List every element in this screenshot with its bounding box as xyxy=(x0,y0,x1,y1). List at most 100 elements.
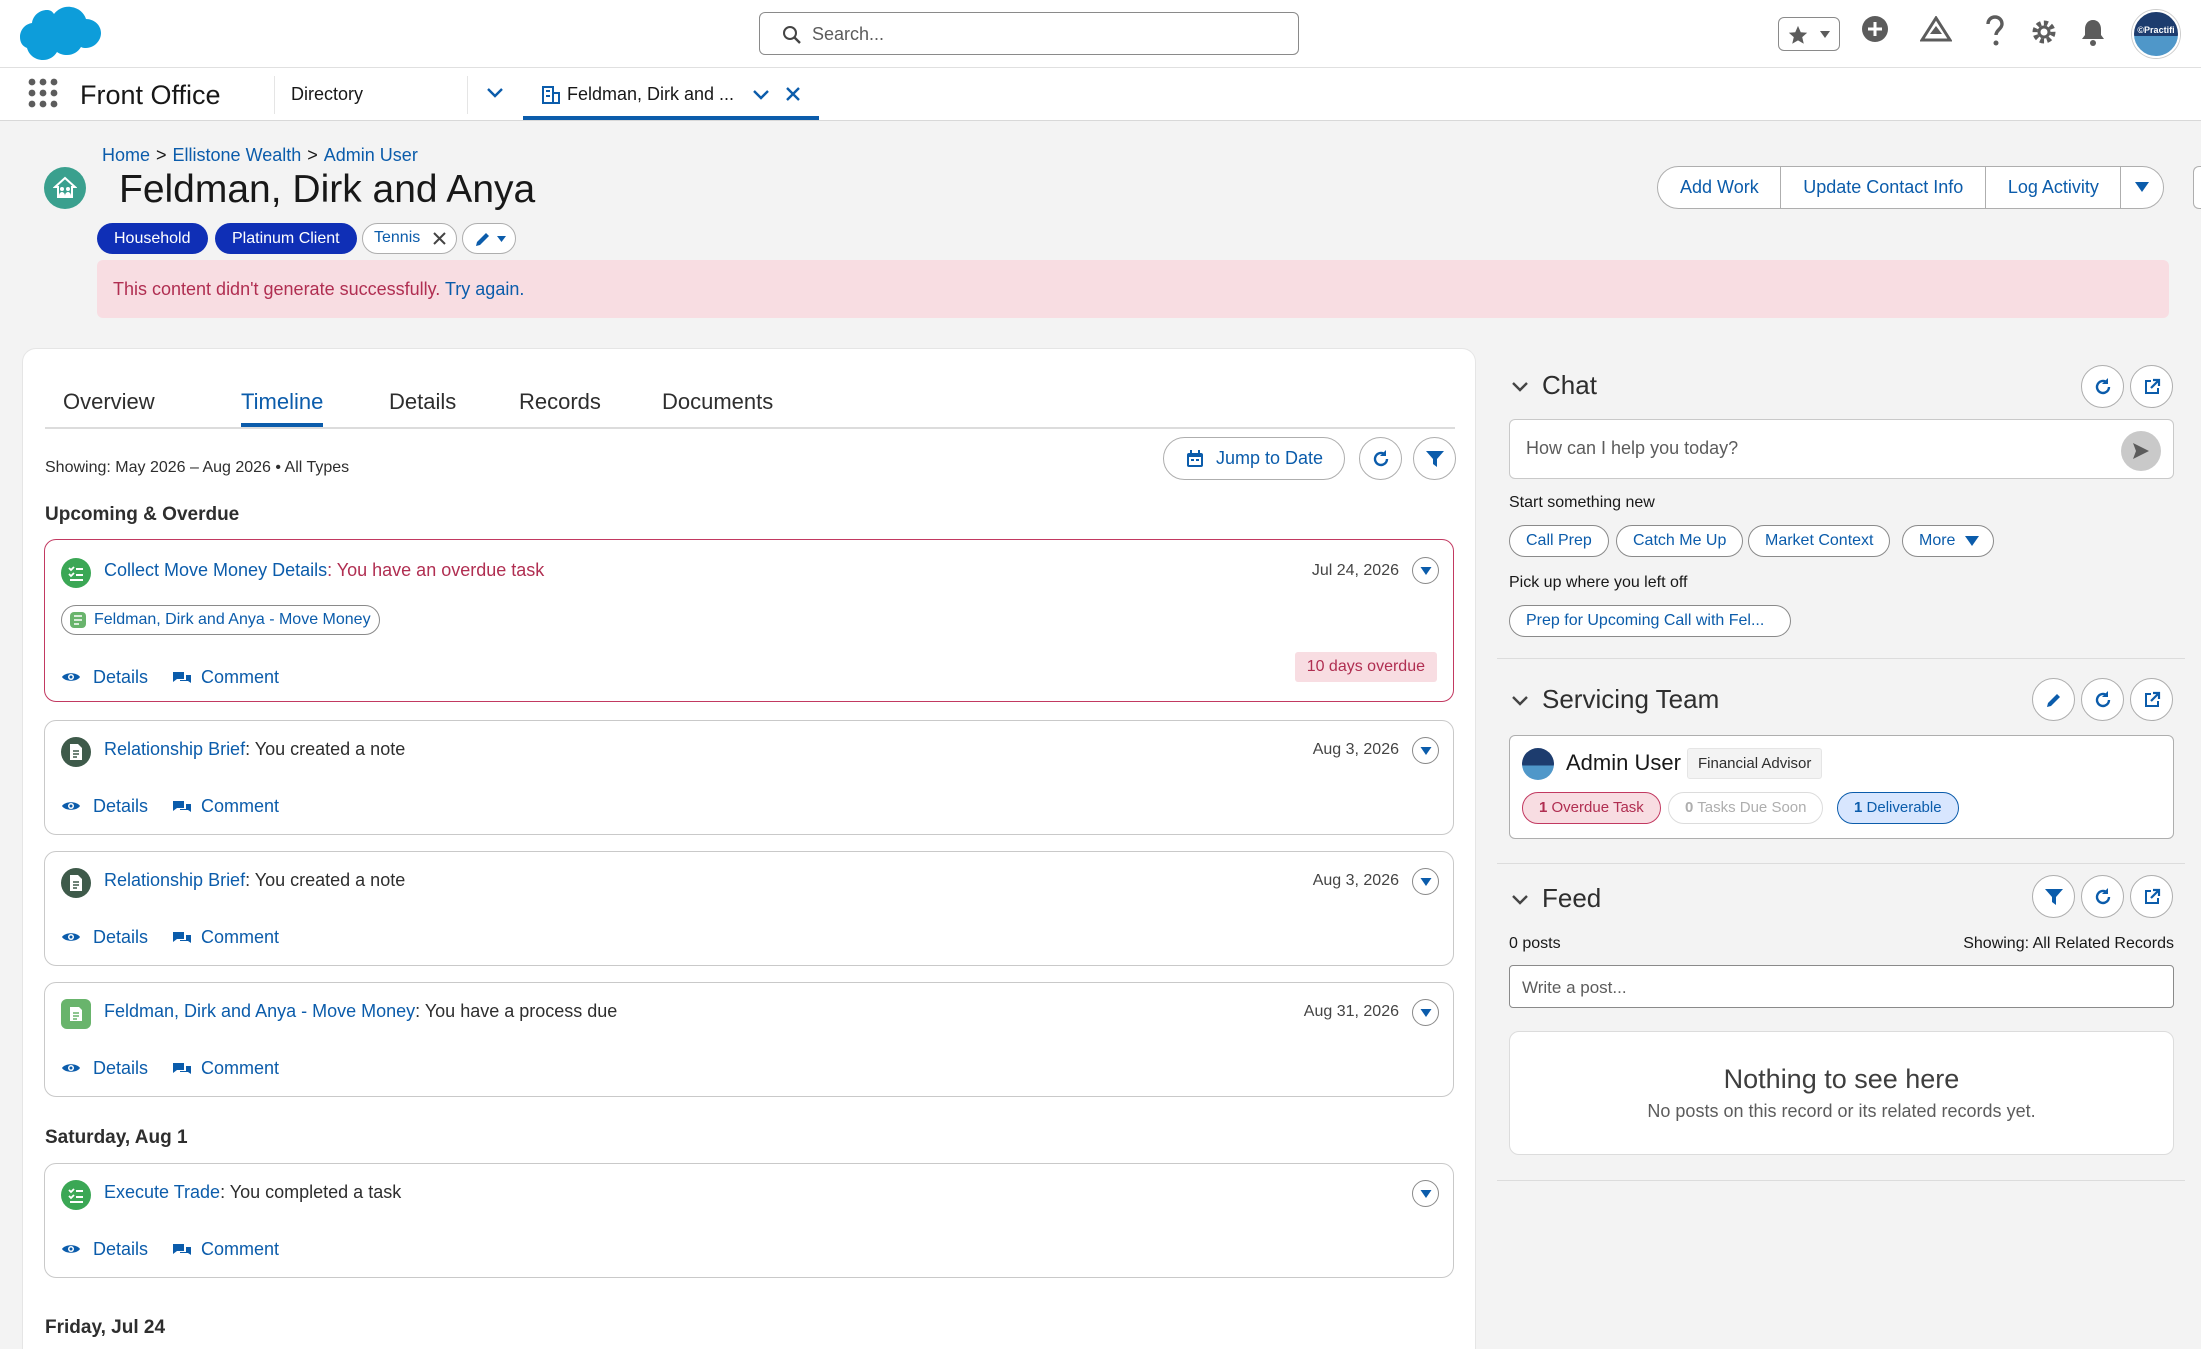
chevron-down-icon[interactable] xyxy=(1511,381,1529,393)
add-work-button[interactable]: Add Work xyxy=(1657,166,1782,209)
refresh-feed-button[interactable] xyxy=(2081,875,2124,918)
trailhead-icon[interactable] xyxy=(1920,16,1952,44)
refresh-icon xyxy=(2095,690,2110,707)
details-label: Details xyxy=(93,1058,149,1078)
market-context-chip[interactable]: Market Context xyxy=(1748,525,1891,557)
timeline-item-link[interactable]: Relationship Brief xyxy=(104,870,245,890)
refresh-timeline-button[interactable] xyxy=(1359,437,1402,480)
send-button[interactable] xyxy=(2121,431,2161,471)
nav-item-directory[interactable]: Directory xyxy=(291,84,363,105)
catch-me-up-chip[interactable]: Catch Me Up xyxy=(1616,525,1744,557)
filter-feed-button[interactable] xyxy=(2032,875,2075,918)
timeline-item: Relationship Brief: You created a note A… xyxy=(44,720,1454,835)
call-prep-chip[interactable]: Call Prep xyxy=(1509,525,1609,557)
breadcrumb-account[interactable]: Ellistone Wealth xyxy=(173,145,302,165)
comment-label: Comment xyxy=(201,796,280,816)
chevron-down-icon[interactable] xyxy=(752,88,770,102)
deliverable-chip[interactable]: 1 Deliverable xyxy=(1837,792,1959,824)
more-chip[interactable]: More xyxy=(1902,525,1995,557)
account-icon xyxy=(542,86,560,104)
log-activity-button[interactable]: Log Activity xyxy=(1984,166,2122,209)
send-icon xyxy=(2133,443,2149,459)
user-avatar[interactable]: ©Practifi xyxy=(2132,10,2180,58)
details-action[interactable]: Details xyxy=(61,796,148,817)
caret-down-icon xyxy=(1420,746,1431,755)
timeline-item-link[interactable]: Collect Move Money Details xyxy=(104,560,327,580)
member-name[interactable]: Admin User xyxy=(1566,750,1681,776)
timeline-item-description: : You created a note xyxy=(245,739,406,759)
global-search[interactable]: Search... xyxy=(759,12,1299,55)
tab-records[interactable]: Records xyxy=(519,389,601,415)
related-record-pill[interactable]: Feldman, Dirk and Anya - Move Money xyxy=(61,605,380,635)
details-action[interactable]: Details xyxy=(61,1058,148,1079)
chevron-down-icon[interactable] xyxy=(1511,695,1529,707)
comment-action[interactable]: Comment xyxy=(172,1058,279,1079)
add-icon[interactable] xyxy=(1860,14,1890,44)
close-icon[interactable] xyxy=(785,86,801,102)
item-menu-button[interactable] xyxy=(1412,737,1439,764)
tasks-due-soon-chip[interactable]: 0 Tasks Due Soon xyxy=(1668,792,1824,824)
help-icon[interactable] xyxy=(1984,15,2006,47)
comment-action[interactable]: Comment xyxy=(172,667,279,688)
item-menu-button[interactable] xyxy=(1412,999,1439,1026)
caret-down-icon xyxy=(497,236,506,242)
comment-action[interactable]: Comment xyxy=(172,1239,279,1260)
chevron-down-icon[interactable] xyxy=(1511,894,1529,906)
details-action[interactable]: Details xyxy=(61,667,148,688)
details-label: Details xyxy=(93,796,149,816)
timeline-item-link[interactable]: Feldman, Dirk and Anya - Move Money xyxy=(104,1001,415,1021)
filter-timeline-button[interactable] xyxy=(1413,437,1456,480)
try-again-link[interactable]: Try again. xyxy=(445,279,524,299)
timeline-filter-summary: Showing: May 2026 – Aug 2026 • All Types xyxy=(45,459,350,476)
overdue-count: 1 xyxy=(1539,799,1548,816)
details-action[interactable]: Details xyxy=(61,927,148,948)
refresh-icon xyxy=(1373,449,1388,466)
record-main-card: Overview Timeline Details Records Docume… xyxy=(22,348,1476,1349)
write-post-input[interactable]: Write a post... xyxy=(1509,965,2174,1008)
global-header: Search... ©Practifi xyxy=(0,0,2201,68)
tab-documents[interactable]: Documents xyxy=(662,389,773,415)
favorites-button[interactable] xyxy=(1778,17,1840,51)
caret-down-icon xyxy=(1420,1008,1431,1017)
item-menu-button[interactable] xyxy=(1412,557,1439,584)
update-contact-info-button[interactable]: Update Contact Info xyxy=(1780,166,1987,209)
workspace-tab-label: Feldman, Dirk and ... xyxy=(567,84,735,104)
breadcrumb-home[interactable]: Home xyxy=(102,145,150,165)
tab-timeline[interactable]: Timeline xyxy=(241,389,324,427)
member-role: Financial Advisor xyxy=(1687,748,1823,779)
comment-action[interactable]: Comment xyxy=(172,927,279,948)
tab-details[interactable]: Details xyxy=(389,389,456,415)
jump-to-date-button[interactable]: Jump to Date xyxy=(1163,437,1345,480)
empty-state-title: Nothing to see here xyxy=(1723,1064,1960,1094)
edit-tags-button[interactable] xyxy=(462,223,516,254)
refresh-chat-button[interactable] xyxy=(2081,365,2124,408)
open-chat-button[interactable] xyxy=(2130,365,2173,408)
edit-team-button[interactable] xyxy=(2032,678,2075,721)
chat-input[interactable]: How can I help you today? xyxy=(1509,419,2174,479)
gear-icon[interactable] xyxy=(2030,18,2058,46)
workspace-tab-feldman[interactable]: Feldman, Dirk and ... xyxy=(523,68,819,120)
details-action[interactable]: Details xyxy=(61,1239,148,1260)
notification-bell-icon[interactable] xyxy=(2079,17,2107,47)
start-something-label: Start something new xyxy=(1509,494,1655,511)
timeline-item-link[interactable]: Relationship Brief xyxy=(104,739,245,759)
breadcrumb-user[interactable]: Admin User xyxy=(324,145,418,165)
overdue-task-chip[interactable]: 1 Overdue Task xyxy=(1522,792,1661,824)
salesforce-logo[interactable] xyxy=(20,6,102,62)
timeline-item-description: : You have an overdue task xyxy=(327,560,545,580)
more-actions-button[interactable] xyxy=(2120,166,2165,209)
feed-empty-state: Nothing to see here No posts on this rec… xyxy=(1509,1031,2174,1155)
timeline-item-link[interactable]: Execute Trade xyxy=(104,1182,220,1202)
refresh-team-button[interactable] xyxy=(2081,678,2124,721)
app-launcher-icon[interactable] xyxy=(28,78,58,108)
item-menu-button[interactable] xyxy=(1412,868,1439,895)
tab-overview[interactable]: Overview xyxy=(63,389,155,415)
resume-conversation-chip[interactable]: Prep for Upcoming Call with Fel... xyxy=(1509,605,1791,637)
utility-panel-handle[interactable] xyxy=(2193,166,2201,209)
open-feed-button[interactable] xyxy=(2130,875,2173,918)
remove-tag-icon[interactable] xyxy=(433,232,446,245)
open-team-button[interactable] xyxy=(2130,678,2173,721)
comment-action[interactable]: Comment xyxy=(172,796,279,817)
chevron-down-icon[interactable] xyxy=(486,86,504,100)
item-menu-button[interactable] xyxy=(1412,1180,1439,1207)
